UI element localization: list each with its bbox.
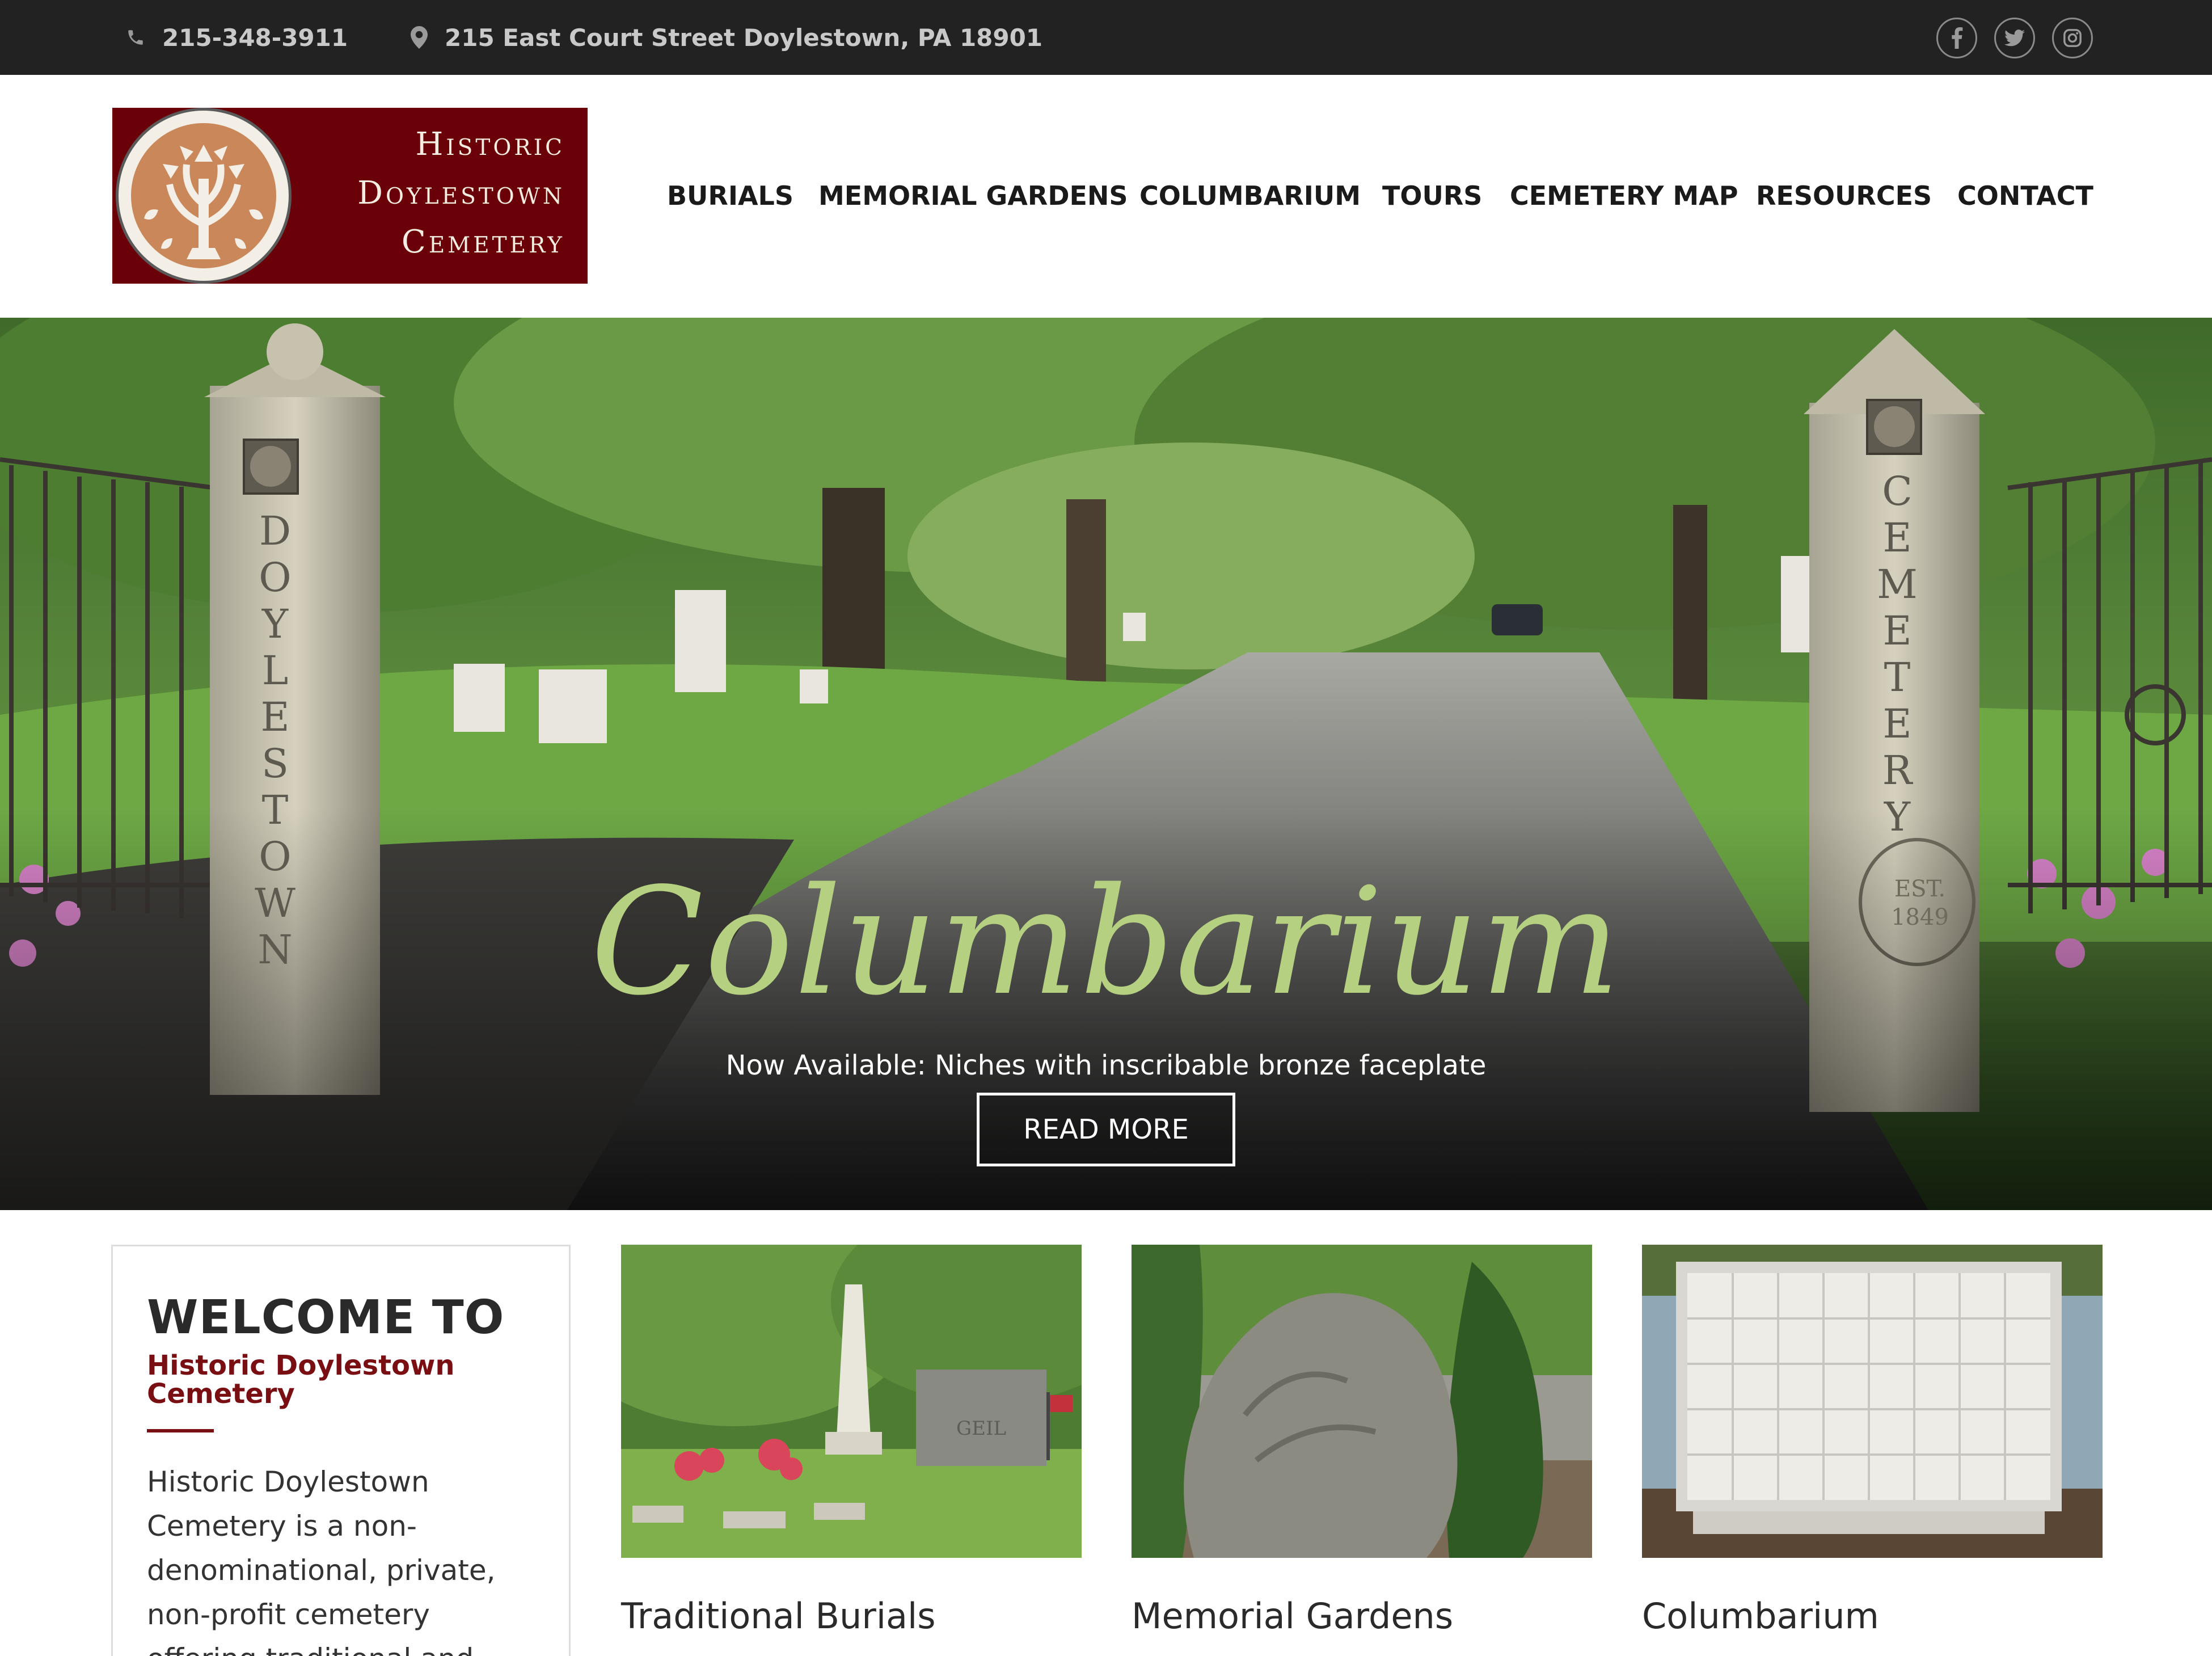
- logo-line-historic: Historic: [415, 126, 565, 163]
- nav-columbarium[interactable]: COLUMBARIUM: [1139, 176, 1361, 216]
- nav-contact[interactable]: CONTACT: [1957, 176, 2093, 216]
- logo-line-cemetery: Cemetery: [401, 224, 565, 260]
- site-logo[interactable]: Historic Doylestown Cemetery: [112, 108, 588, 284]
- headstone-inscription: GEIL: [956, 1417, 1006, 1440]
- memorial-gardens-photo: [1132, 1245, 1592, 1558]
- instagram-icon: [2063, 29, 2082, 47]
- twitter-icon: [2004, 30, 2025, 47]
- instagram-link[interactable]: [2052, 18, 2093, 58]
- hero-subtitle: Now Available: Niches with inscribable b…: [725, 1050, 1487, 1081]
- phone-contact[interactable]: 215-348-3911: [126, 0, 348, 75]
- hero-slider: DOYLESTOWN CEMETERY EST. 1849 Columbariu…: [0, 318, 2212, 1210]
- facebook-icon: [1952, 27, 1963, 49]
- tree-of-life-emblem: [116, 108, 292, 284]
- phone-number: 215-348-3911: [162, 23, 348, 52]
- nav-resources[interactable]: RESOURCES: [1756, 176, 1932, 216]
- hero-title: Columbarium: [590, 857, 1622, 1028]
- map-pin-icon: [411, 26, 428, 49]
- nav-tours[interactable]: TOURS: [1382, 176, 1482, 216]
- welcome-heading: WELCOME TO: [147, 1291, 505, 1345]
- nav-memorial-gardens[interactable]: MEMORIAL GARDENS: [818, 176, 1128, 216]
- address-text: 215 East Court Street Doylestown, PA 189…: [445, 23, 1043, 52]
- read-more-button[interactable]: READ MORE: [977, 1093, 1235, 1166]
- twitter-link[interactable]: [1994, 18, 2035, 58]
- nav-cemetery-map[interactable]: CEMETERY MAP: [1510, 176, 1738, 216]
- card-label: Memorial Gardens: [1132, 1595, 1454, 1637]
- traditional-burials-photo: GEIL: [621, 1245, 1082, 1558]
- welcome-text: Historic Doylestown Cemetery is a non-de…: [147, 1465, 496, 1656]
- card-label: Traditional Burials: [621, 1595, 936, 1637]
- card-label: Columbarium: [1642, 1595, 1879, 1637]
- top-bar: 215-348-3911 215 East Court Street Doyle…: [0, 0, 2212, 75]
- address-contact[interactable]: 215 East Court Street Doylestown, PA 189…: [411, 0, 1042, 75]
- facebook-link[interactable]: [1936, 18, 1977, 58]
- welcome-box: WELCOME TO Historic Doylestown Cemetery …: [111, 1245, 571, 1656]
- logo-line-doylestown: Doylestown: [357, 175, 565, 212]
- columbarium-photo: [1642, 1245, 2103, 1558]
- welcome-subheading: Historic Doylestown Cemetery: [147, 1350, 455, 1410]
- nav-burials[interactable]: BURIALS: [667, 176, 793, 216]
- phone-icon: [128, 30, 143, 45]
- welcome-divider: [147, 1429, 214, 1432]
